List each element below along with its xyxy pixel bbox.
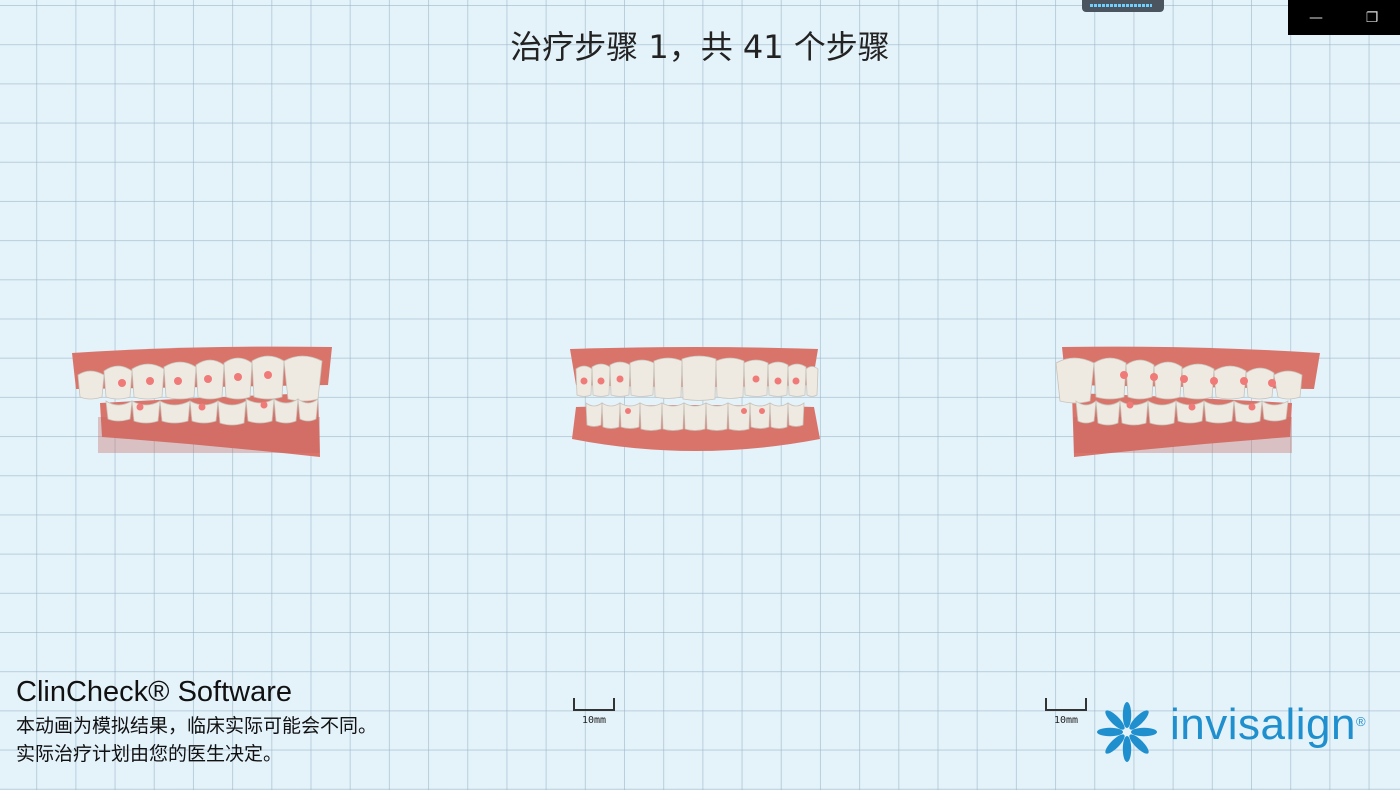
frontal-view[interactable]: [566, 345, 824, 460]
clincheck-brand: ClinCheck® Software: [16, 676, 293, 708]
right-lateral-view[interactable]: [70, 345, 340, 460]
scale-bracket-icon: [1045, 698, 1087, 711]
disclaimer-line-1: 本动画为模拟结果，临床实际可能会不同。: [16, 715, 378, 737]
window-controls: — ❐: [1288, 0, 1400, 35]
invisalign-logo: invisalign ®: [1094, 700, 1384, 764]
registered-mark: ®: [1356, 714, 1366, 729]
scale-bar-right: 10mm: [1042, 696, 1090, 732]
scale-bracket-icon: [573, 698, 615, 711]
treatment-step-title: 治疗步骤 1，共 41 个步骤: [510, 28, 890, 66]
left-lateral-view[interactable]: [1052, 345, 1324, 460]
minimize-icon[interactable]: —: [1296, 10, 1336, 26]
invisalign-wordmark: invisalign: [1170, 700, 1356, 749]
invisalign-star-icon: [1097, 702, 1157, 762]
restore-icon[interactable]: ❐: [1352, 10, 1392, 26]
playback-progress-indicator[interactable]: [1082, 0, 1164, 12]
disclaimer-line-2: 实际治疗计划由您的医生决定。: [16, 743, 283, 765]
scale-bar-center: 10mm: [570, 696, 618, 732]
scale-label: 10mm: [1053, 715, 1079, 726]
scale-label: 10mm: [581, 715, 607, 726]
